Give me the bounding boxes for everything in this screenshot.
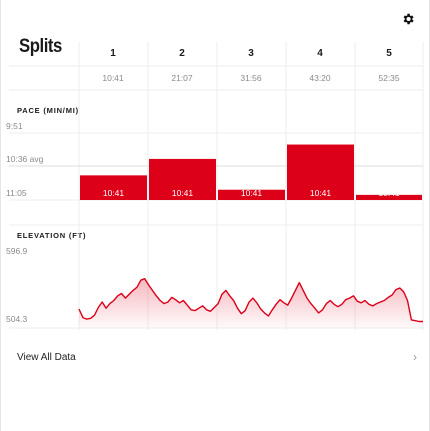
splits-charts: 10:41 10:41 10:41 10:41 10:41 bbox=[9, 42, 424, 330]
pace-bar-label-1: 10:41 bbox=[103, 188, 125, 198]
splits-card: Splits 1 2 3 4 5 10:41 21:07 31:56 43:20… bbox=[0, 0, 430, 431]
chevron-right-icon[interactable]: › bbox=[413, 350, 417, 364]
pace-bars: 10:41 10:41 10:41 10:41 10:41 bbox=[80, 144, 422, 200]
pace-bar-label-3: 10:41 bbox=[241, 188, 263, 198]
elevation-area bbox=[79, 278, 423, 328]
pace-bar-label-2: 10:41 bbox=[172, 188, 194, 198]
view-all-data-link[interactable]: View All Data bbox=[17, 352, 76, 363]
pace-bar-label-4: 10:41 bbox=[310, 188, 332, 198]
pace-bar-label-5: 10:41 bbox=[378, 188, 400, 198]
elevation-chart bbox=[78, 278, 423, 328]
